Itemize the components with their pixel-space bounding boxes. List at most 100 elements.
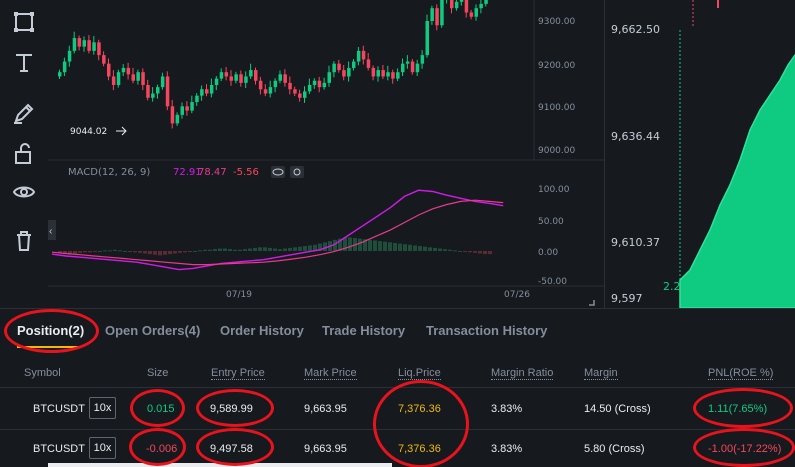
candle-body	[121, 67, 126, 73]
tab-transaction-history[interactable]: Transaction History	[426, 323, 547, 338]
candle-body	[376, 70, 380, 77]
resize-handle-icon[interactable]	[589, 300, 595, 306]
arrow-right-icon	[116, 126, 127, 136]
text-icon[interactable]	[12, 51, 36, 75]
settings-icon[interactable]	[290, 166, 304, 178]
macd-histogram-bar	[248, 248, 252, 251]
annotation-circle-position-tab	[4, 309, 99, 353]
macd-histogram-bar	[233, 249, 237, 251]
candle-body	[288, 82, 292, 90]
annotation-circle-pnl-0	[693, 388, 793, 428]
candle-body	[254, 70, 258, 81]
macd-histogram-bar	[83, 251, 87, 253]
macd-histogram-bar	[358, 238, 362, 251]
candle-body	[156, 87, 160, 94]
signal-value: 78.47	[198, 167, 227, 178]
row-1-margin: 5.80 (Cross)	[584, 443, 645, 455]
macd-histogram-bar	[128, 251, 132, 252]
header-pnl[interactable]: PNL(ROE %)	[708, 367, 774, 380]
candle-body	[219, 72, 224, 79]
selection-box-icon[interactable]	[12, 10, 36, 34]
macd-histogram-bar	[373, 240, 377, 251]
candle-body	[366, 59, 371, 68]
annotation-circle-entry-1	[196, 428, 274, 466]
candle-body	[410, 61, 415, 73]
macd-histogram-bar	[303, 246, 307, 251]
candle-body	[200, 89, 204, 96]
candle-body	[283, 74, 287, 83]
macd-indicator-label: MACD(12, 26, 9)	[68, 167, 150, 178]
tab-trade-history[interactable]: Trade History	[322, 323, 405, 338]
depth-chart[interactable]: 9,662.50 9,636.44 9,610.37 9,597 2.25K	[604, 0, 795, 309]
candle-body	[381, 70, 385, 77]
candle-body	[391, 72, 395, 79]
row-1-symbol[interactable]: BTCUSDT	[33, 443, 85, 455]
macd-histogram-bar	[113, 249, 117, 251]
macd-histogram-bar	[418, 246, 422, 251]
candlestick-chart-svg[interactable]: 9300.00 9200.00 9100.00 9000.00 100.00 5…	[48, 0, 604, 308]
macd-histogram-bar	[268, 247, 272, 251]
candle-body	[464, 0, 469, 13]
macd-histogram-bar	[103, 250, 107, 252]
macd-histogram-bar	[213, 249, 217, 251]
position-tabs: Position(2) Open Orders(4) Order History…	[0, 308, 795, 352]
candle-body	[234, 74, 238, 81]
candle-body	[425, 21, 429, 56]
macd-histogram-bar	[458, 251, 462, 252]
price-tick-0: 9300.00	[538, 17, 575, 27]
tab-open-orders[interactable]: Open Orders(4)	[105, 323, 200, 338]
header-size[interactable]: Size	[147, 367, 168, 379]
unlock-icon[interactable]	[12, 141, 36, 165]
macd-histogram-bar	[423, 246, 427, 251]
macd-histogram-bar	[408, 244, 412, 251]
macd-histogram-bar	[188, 251, 192, 252]
candle-body	[435, 8, 439, 26]
low-price-marker: 9044.02	[70, 127, 107, 137]
price-chart[interactable]: 9300.00 9200.00 9100.00 9000.00 100.00 5…	[48, 0, 604, 308]
price-tick-3: 9000.00	[538, 146, 575, 156]
candle-body	[273, 80, 278, 88]
macd-histogram-bar	[253, 247, 257, 251]
pencil-ruler-icon[interactable]	[12, 101, 36, 125]
eye-icon[interactable]	[12, 180, 36, 204]
macd-histogram-bar	[168, 251, 172, 255]
macd-histogram-bar	[308, 245, 312, 251]
macd-histogram-bar	[258, 247, 262, 251]
macd-histogram-bar	[243, 249, 247, 251]
row-0-symbol[interactable]: BTCUSDT	[33, 403, 85, 415]
candle-body	[72, 38, 77, 51]
candle-body	[479, 3, 483, 9]
macd-histogram-bar	[393, 242, 397, 251]
row-0-leverage-button[interactable]: 10x	[89, 397, 116, 419]
candle-body	[307, 85, 312, 92]
eye-icon[interactable]	[271, 166, 285, 178]
row-1-leverage-button[interactable]: 10x	[89, 437, 116, 459]
macd-tick-1: 50.00	[538, 217, 564, 227]
macd-histogram-bar	[203, 249, 207, 251]
bid-depth-area	[679, 54, 795, 309]
candle-body	[293, 89, 297, 94]
candle-body	[190, 102, 194, 111]
annotation-circle-size-1	[129, 428, 186, 466]
trash-icon[interactable]	[12, 229, 36, 253]
macd-histogram-bar	[298, 246, 302, 251]
candle-body	[459, 0, 464, 2]
chevron-left-icon: ‹	[49, 226, 52, 237]
macd-histogram-bar	[88, 251, 92, 253]
macd-histogram-bar	[383, 241, 387, 251]
candle-body	[356, 50, 361, 62]
header-mark-price[interactable]: Mark Price	[304, 367, 357, 380]
header-liq-price[interactable]: Liq.Price	[398, 367, 441, 380]
trading-screen: 9300.00 9200.00 9100.00 9000.00 100.00 5…	[0, 0, 795, 467]
header-margin-ratio[interactable]: Margin Ratio	[491, 367, 554, 380]
macd-histogram-bar	[448, 249, 452, 251]
candle-body	[327, 72, 331, 83]
header-entry-price[interactable]: Entry Price	[211, 367, 265, 380]
header-margin[interactable]: Margin	[584, 367, 618, 380]
macd-histogram-bar	[478, 251, 482, 254]
macd-histogram-bar	[163, 251, 167, 255]
candle-body	[337, 63, 341, 71]
tab-order-history[interactable]: Order History	[220, 323, 304, 338]
candle-body	[474, 8, 478, 17]
depth-chart-svg: 9,662.50 9,636.44 9,610.37 9,597 2.25K	[611, 0, 795, 309]
